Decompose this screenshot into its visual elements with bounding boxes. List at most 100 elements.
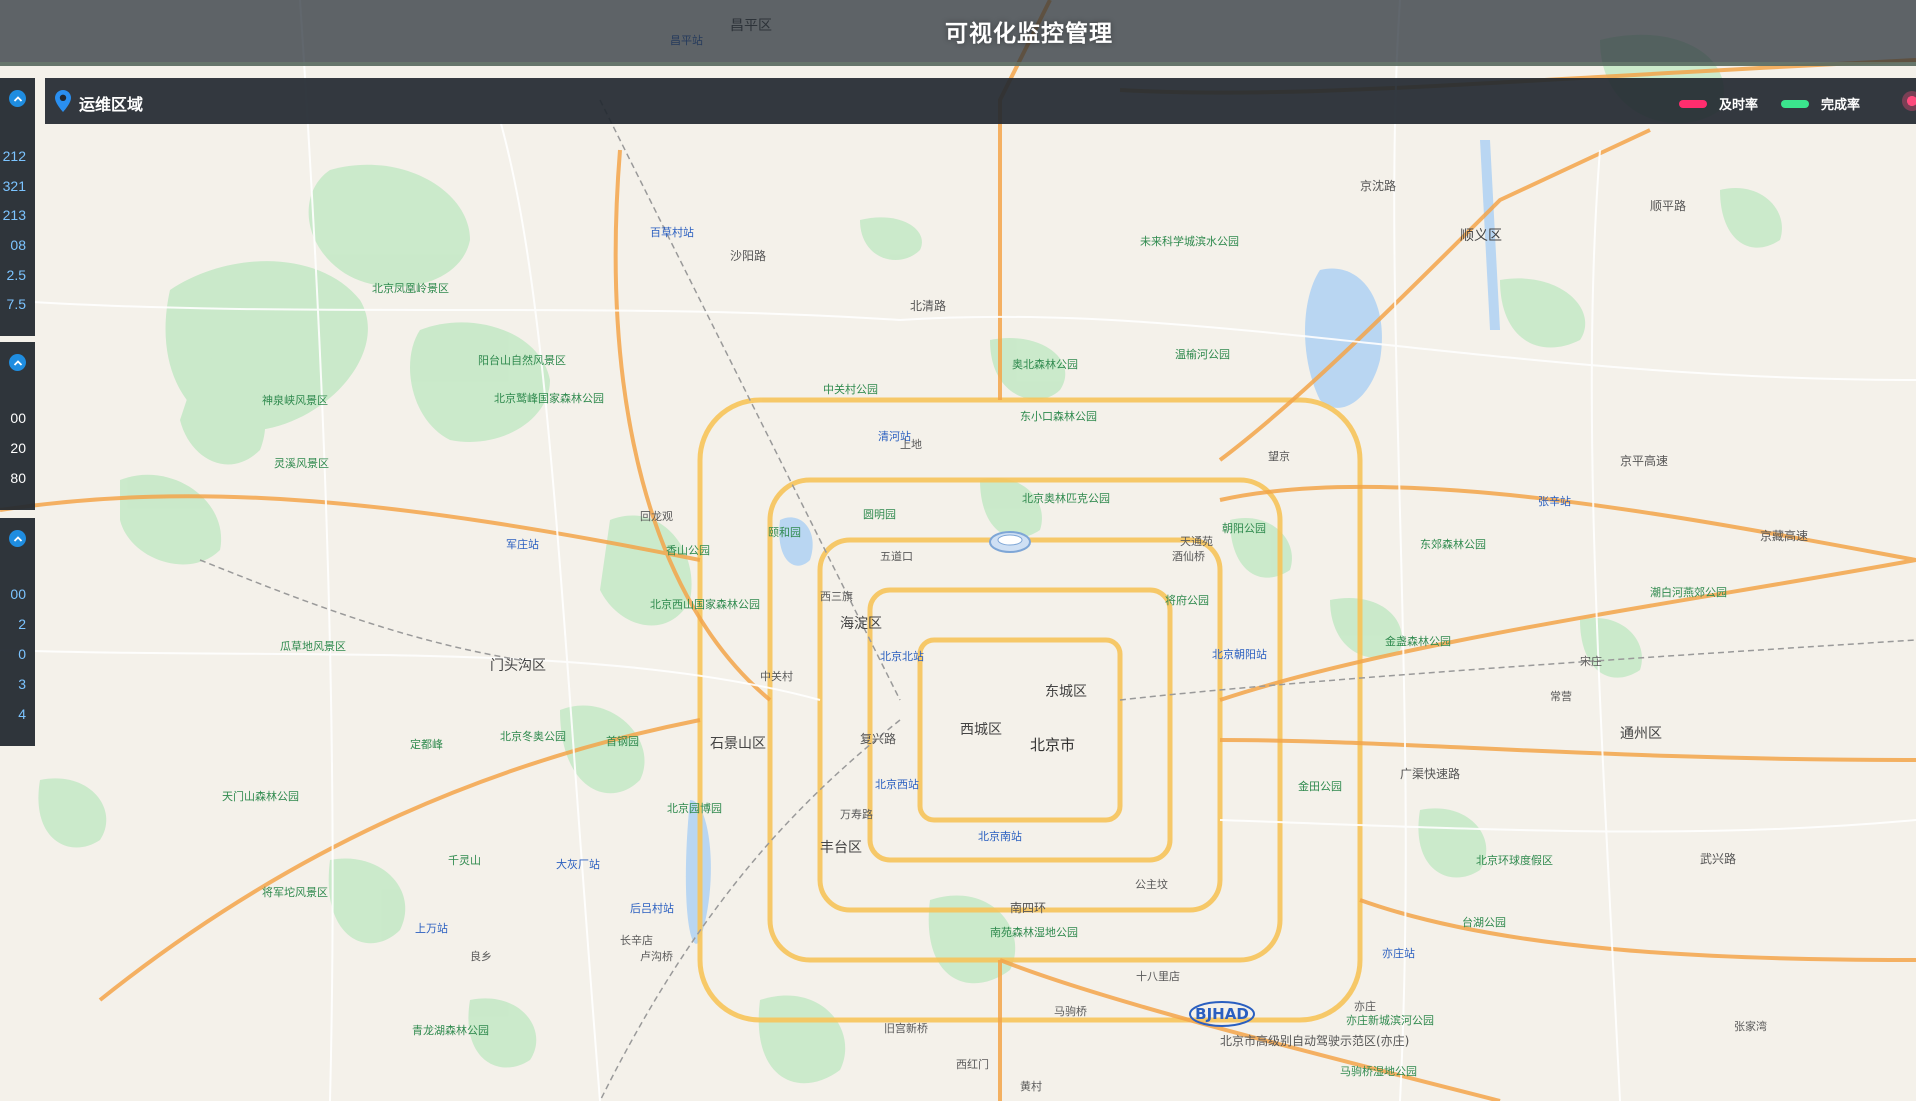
- park-label: 北京西山国家森林公园: [650, 597, 760, 611]
- station-label: 北京西站: [875, 777, 919, 791]
- legend-timeliness[interactable]: 及时率: [1679, 94, 1758, 113]
- park-label: 朝阳公园: [1222, 522, 1266, 535]
- side-panel-1-value: 212: [2, 148, 26, 164]
- side-panel-3-value: 2: [18, 616, 26, 632]
- side-panel-3-value: 0: [18, 646, 26, 662]
- park-label: 中关村公园: [823, 382, 878, 396]
- station-label: 上万站: [415, 921, 448, 935]
- district-label: 石景山区: [710, 736, 766, 752]
- legend-timeliness-swatch: [1679, 99, 1707, 108]
- park-label: 金盏森林公园: [1385, 634, 1451, 648]
- place-label: 万寿路: [840, 807, 873, 821]
- road-label: 南四环: [1010, 900, 1046, 915]
- place-label: 酒仙桥: [1172, 550, 1205, 563]
- side-panel-3-value: 3: [18, 676, 26, 692]
- road-label: 京藏高速: [1760, 528, 1808, 543]
- road-label: 京平高速: [1620, 453, 1668, 468]
- place-label: 十八里店: [1136, 969, 1180, 983]
- park-label: 千灵山: [448, 854, 481, 867]
- place-label: 旧宫新桥: [884, 1021, 928, 1035]
- park-label: 神泉峡风景区: [262, 393, 328, 407]
- side-panel-2-value: 20: [10, 440, 26, 456]
- station-label: 百草村站: [650, 225, 694, 239]
- place-label: 西红门: [956, 1057, 989, 1071]
- chevron-up-icon: [13, 359, 22, 366]
- road-label: 广渠快速路: [1400, 766, 1460, 781]
- place-label: 卢沟桥: [640, 950, 673, 963]
- park-label: 台湖公园: [1462, 915, 1506, 929]
- district-label: 北京市: [1030, 736, 1075, 754]
- place-label: 五道口: [880, 549, 913, 563]
- side-panel-1: 212 321 213 08 2.5 7.5: [0, 78, 35, 336]
- region-title: 运维区域: [79, 95, 144, 114]
- park-label: 天门山森林公园: [222, 789, 299, 803]
- bjhad-logo: BJHAD: [1189, 1001, 1255, 1027]
- page-title: 可视化监控管理: [945, 21, 1113, 47]
- park-label: 东郊森林公园: [1420, 537, 1486, 551]
- station-label: 亦庄站: [1382, 946, 1415, 960]
- station-label: 军庄站: [506, 537, 539, 551]
- side-panel-1-value: 08: [10, 237, 26, 253]
- place-label: 长辛店: [620, 933, 653, 947]
- park-label: 定都峰: [410, 737, 443, 751]
- road-label: 武兴路: [1700, 851, 1736, 866]
- location-pin-icon: [55, 90, 71, 112]
- status-dot-icon[interactable]: [1902, 91, 1916, 111]
- place-label: 良乡: [470, 949, 492, 963]
- park-label: 潮白河燕郊公园: [1650, 585, 1727, 599]
- park-label: 首钢园: [606, 734, 639, 748]
- road-label: 北京市高级别自动驾驶示范区(亦庄): [1220, 1033, 1409, 1048]
- park-label: 奥北森林公园: [1012, 357, 1078, 371]
- side-panel-2-value: 00: [10, 410, 26, 426]
- park-label: 金田公园: [1298, 779, 1342, 793]
- district-label: 顺义区: [1460, 228, 1502, 244]
- road-label: 沙阳路: [730, 248, 766, 263]
- city-map[interactable]: 昌平区顺义区海淀区东城区西城区北京市石景山区门头沟区丰台区通州区北清路沙阳路京平…: [0, 0, 1916, 1101]
- district-label: 门头沟区: [490, 658, 546, 674]
- place-label: 马驹桥: [1054, 1004, 1087, 1018]
- park-label: 北京鹫峰国家森林公园: [494, 391, 604, 405]
- side-panel-3-value: 00: [10, 586, 26, 602]
- side-panel-3-value: 4: [18, 706, 26, 722]
- park-label: 将府公园: [1165, 593, 1209, 607]
- legend-timeliness-label: 及时率: [1719, 98, 1759, 113]
- stadium-marker[interactable]: [989, 531, 1031, 553]
- side-panel-2: 00 20 80: [0, 342, 35, 510]
- park-label: 北京凤凰岭景区: [372, 281, 449, 295]
- station-label: 北京南站: [978, 829, 1022, 843]
- place-label: 天通苑: [1180, 535, 1213, 548]
- place-label: 宋庄: [1580, 654, 1602, 668]
- place-label: 望京: [1268, 449, 1290, 463]
- place-label: 公主坟: [1135, 877, 1168, 891]
- collapse-button-2[interactable]: [9, 354, 26, 371]
- collapse-button-1[interactable]: [9, 90, 26, 107]
- district-label: 东城区: [1045, 684, 1087, 700]
- place-label: 常营: [1550, 689, 1572, 703]
- legend-completion-swatch: [1781, 99, 1809, 108]
- header-bar: 可视化监控管理: [0, 0, 1916, 66]
- station-label: 后吕村站: [630, 901, 674, 915]
- park-label: 灵溪风景区: [274, 457, 329, 470]
- road-label: 北清路: [910, 298, 946, 313]
- park-label: 瓜草地风景区: [280, 640, 346, 653]
- road-label: 京沈路: [1360, 178, 1396, 193]
- collapse-button-3[interactable]: [9, 530, 26, 547]
- district-label: 西城区: [960, 722, 1002, 738]
- side-panel-1-value: 7.5: [6, 296, 26, 312]
- station-label: 北京朝阳站: [1212, 647, 1267, 661]
- park-label: 北京奥林匹克公园: [1022, 491, 1110, 505]
- side-panel-1-value: 213: [2, 207, 26, 223]
- park-label: 颐和园: [768, 526, 801, 539]
- park-label: 北京冬奥公园: [500, 729, 566, 743]
- map-stage[interactable]: 昌平区顺义区海淀区东城区西城区北京市石景山区门头沟区丰台区通州区北清路沙阳路京平…: [0, 0, 1916, 1101]
- park-label: 东小口森林公园: [1020, 409, 1097, 423]
- legend-completion[interactable]: 完成率: [1781, 94, 1860, 113]
- chevron-up-icon: [13, 535, 22, 542]
- side-panel-3: 00 2 0 3 4: [0, 518, 35, 746]
- park-label: 温榆河公园: [1175, 347, 1230, 361]
- park-label: 阳台山自然风景区: [478, 353, 566, 367]
- place-label: 中关村: [760, 669, 793, 683]
- district-label: 丰台区: [820, 840, 862, 856]
- place-label: 回龙观: [640, 510, 673, 523]
- station-label: 北京北站: [880, 649, 924, 663]
